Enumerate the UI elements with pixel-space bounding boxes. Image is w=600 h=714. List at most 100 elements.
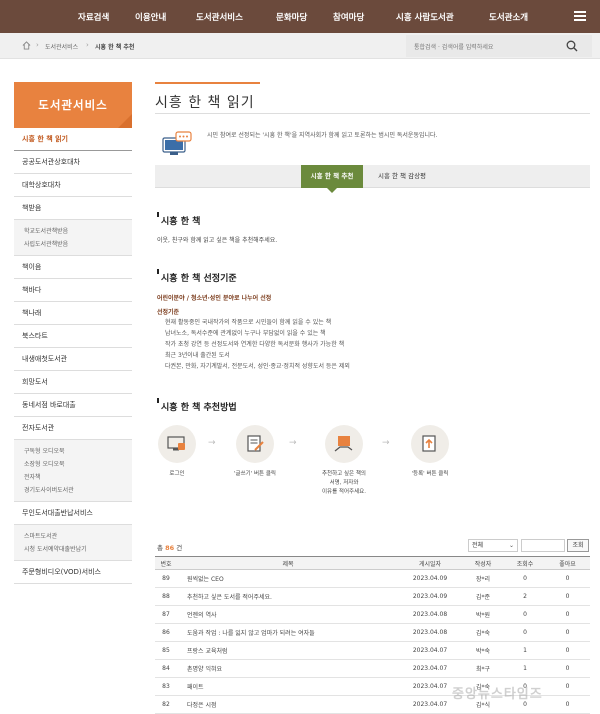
arrow-right-icon: →	[208, 438, 216, 448]
post-title-link[interactable]: 도움과 작업 : 나를 잃지 않고 엄마가 되려는 여자들	[177, 624, 399, 642]
title-accent-line	[155, 82, 260, 84]
table-cell: 2023.04.09	[412, 575, 448, 582]
sidebar-item-book-wings[interactable]: 책나래	[14, 302, 132, 325]
table-cell: 82	[162, 701, 170, 708]
nav-item-culture[interactable]: 문화마당	[276, 11, 307, 23]
sidebar-item-unmanned-service[interactable]: 무인도서대출반납서비스	[14, 502, 132, 525]
table-row[interactable]: 89 원씩없는 CEO 2023.04.09 장*리 0 0	[155, 570, 590, 588]
table-cell: 최*구	[475, 666, 491, 673]
post-title-link[interactable]: 촌명양 익혀요	[177, 660, 399, 678]
breadcrumb-separator-icon: ›	[86, 41, 89, 49]
sidebar-title: 도서관서비스	[14, 82, 132, 128]
sidebar-subitem[interactable]: 스마트도서관	[24, 530, 132, 543]
sidebar-subitem[interactable]: 시청 도서예약대출반납기	[24, 543, 132, 556]
table-cell: 1	[523, 665, 527, 672]
sidebar-item-one-book[interactable]: 시흥 한 책 읽기	[14, 128, 132, 151]
sidebar-item-book-link[interactable]: 책이음	[14, 256, 132, 279]
board-search-input[interactable]	[521, 539, 565, 552]
sidebar-item-hope-book[interactable]: 희망도서	[14, 371, 132, 394]
criteria-subheading: 어린이분야 / 청소년·성인 분야로 나누어 선정	[157, 295, 272, 302]
nav-item-search[interactable]: 자료검색	[78, 11, 109, 23]
post-title-link[interactable]: 패이트	[177, 678, 399, 696]
table-cell: 0	[523, 611, 527, 618]
table-cell: 0	[523, 629, 527, 636]
criteria-item: 최근 3년이내 출간된 도서	[165, 352, 230, 359]
table-cell: 0	[565, 629, 570, 636]
criteria-item: 다권본, 만화, 자기계발서, 전문도서, 성인·종교·정치적 성향도서 등은 …	[165, 363, 350, 370]
step-item: '등록' 버튼 클릭	[395, 425, 465, 479]
table-cell: 박*원	[475, 612, 491, 619]
tab-review[interactable]: 시흥 한 책 감상평	[367, 165, 437, 188]
search-category-select[interactable]: 전체 ⌄	[468, 539, 518, 552]
criteria-item: 남녀노소, 독서수준에 관계없이 누구나 부담없이 읽을 수 있는 책	[165, 330, 326, 337]
step-item: '글쓰기' 버튼 클릭	[220, 425, 290, 479]
column-header: 작성자	[474, 560, 492, 568]
home-icon[interactable]	[22, 41, 31, 50]
sidebar-item-book-receive[interactable]: 책받음	[14, 197, 132, 220]
table-header-row: 번호 제목 게시일자 작성자 조회수 좋아요	[155, 556, 590, 570]
table-row[interactable]: 87 언젠의 역사 2023.04.08 박*원 0 0	[155, 606, 590, 624]
table-cell: 2023.04.07	[412, 647, 448, 654]
search-box[interactable]: 통합검색 · 검색어를 입력하세요	[406, 35, 592, 57]
section-text: 이웃, 친구와 함께 읽고 싶은 책을 추천해주세요.	[157, 237, 278, 244]
table-row[interactable]: 86 도움과 작업 : 나를 잃지 않고 엄마가 되려는 여자들 2023.04.0…	[155, 624, 590, 642]
sidebar-item-first-library[interactable]: 내생애첫도서관	[14, 348, 132, 371]
criteria-label: 선정기준	[157, 309, 180, 316]
table-cell: 2023.04.07	[412, 665, 448, 672]
sidebar-item-bookstart[interactable]: 북스타트	[14, 325, 132, 348]
breadcrumb-item[interactable]: 도서관서비스	[45, 42, 78, 51]
section-heading: 시흥 한 책	[157, 212, 200, 227]
table-cell: 89	[162, 575, 170, 582]
table-cell: 2023.04.08	[412, 611, 448, 618]
sidebar-subitem[interactable]: 전자책	[24, 471, 132, 484]
register-document-icon	[422, 435, 436, 452]
table-cell: 1	[523, 647, 527, 654]
nav-item-participation[interactable]: 참여마당	[333, 11, 364, 23]
table-cell: 장*리	[475, 576, 491, 583]
table-cell: 김*준	[475, 594, 491, 601]
sidebar-item-book-sea[interactable]: 책바다	[14, 279, 132, 302]
step-item: 로그인	[142, 425, 212, 479]
post-title-link[interactable]: 프랑스 교육처럼	[177, 642, 399, 660]
arrow-right-icon: →	[289, 438, 297, 448]
sidebar-subitem[interactable]: 사립도서관책받음	[24, 238, 132, 251]
table-cell: 86	[162, 629, 170, 636]
sidebar-item-bookstore-loan[interactable]: 동네서점 바로대출	[14, 394, 132, 417]
post-title-link[interactable]: 다정은 시점	[177, 696, 399, 714]
sidebar-submenu: 구독형 오디오북 소장형 오디오북 전자책 경기도사이버도서관	[14, 440, 132, 502]
section-heading: 시흥 한 책 선정기준	[157, 269, 237, 284]
sidebar-item-public-loan[interactable]: 공공도서관상호대차	[14, 151, 132, 174]
table-cell: 0	[565, 575, 570, 582]
sidebar-subitem[interactable]: 경기도사이버도서관	[24, 484, 132, 497]
nav-item-people-library[interactable]: 시흥 사람도서관	[396, 11, 454, 23]
criteria-item: 현재 활동중인 국내작가의 작품으로 시민들이 함께 읽을 수 있는 책	[165, 319, 332, 326]
nav-item-about[interactable]: 도서관소개	[489, 11, 528, 23]
column-header: 조회수	[516, 560, 534, 568]
sidebar-item-university-loan[interactable]: 대학상호대차	[14, 174, 132, 197]
post-title-link[interactable]: 언젠의 역사	[177, 606, 399, 624]
hamburger-menu-icon[interactable]	[574, 11, 586, 21]
tab-recommend[interactable]: 시흥 한 책 추천	[301, 165, 363, 193]
post-title-link[interactable]: 추천하고 싶은 도서를 적어주세요.	[177, 588, 399, 606]
top-navigation-bar: 자료검색 이용안내 도서관서비스 문화마당 참여마당 시흥 사람도서관 도서관소…	[0, 0, 600, 33]
search-icon[interactable]	[566, 40, 578, 52]
table-cell: 2023.04.08	[412, 629, 448, 636]
table-row[interactable]: 84 촌명양 익혀요 2023.04.07 최*구 1 0	[155, 660, 590, 678]
table-row[interactable]: 88 추천하고 싶은 도서를 적어주세요. 2023.04.09 김*준 2 0	[155, 588, 590, 606]
step-label: '글쓰기' 버튼 클릭	[234, 471, 276, 477]
nav-item-guide[interactable]: 이용안내	[135, 11, 166, 23]
table-cell: 2	[523, 593, 527, 600]
board-search-button[interactable]: 조회	[567, 539, 589, 552]
table-row[interactable]: 85 프랑스 교육처럼 2023.04.07 박*숙 1 0	[155, 642, 590, 660]
search-input[interactable]: 통합검색 · 검색어를 입력하세요	[414, 42, 493, 51]
divider	[155, 113, 590, 114]
sidebar-item-e-library[interactable]: 전자도서관	[14, 417, 132, 440]
column-header: 제목	[282, 560, 294, 568]
nav-item-library-service[interactable]: 도서관서비스	[196, 11, 243, 23]
post-title-link[interactable]: 원씩없는 CEO	[177, 570, 399, 588]
sidebar-item-vod[interactable]: 주문형비디오(VOD)서비스	[14, 561, 132, 584]
sidebar-subitem[interactable]: 학교도서관책받음	[24, 225, 132, 238]
computer-chat-icon	[162, 131, 192, 155]
sidebar-subitem[interactable]: 구독형 오디오북	[24, 445, 132, 458]
sidebar-subitem[interactable]: 소장형 오디오북	[24, 458, 132, 471]
